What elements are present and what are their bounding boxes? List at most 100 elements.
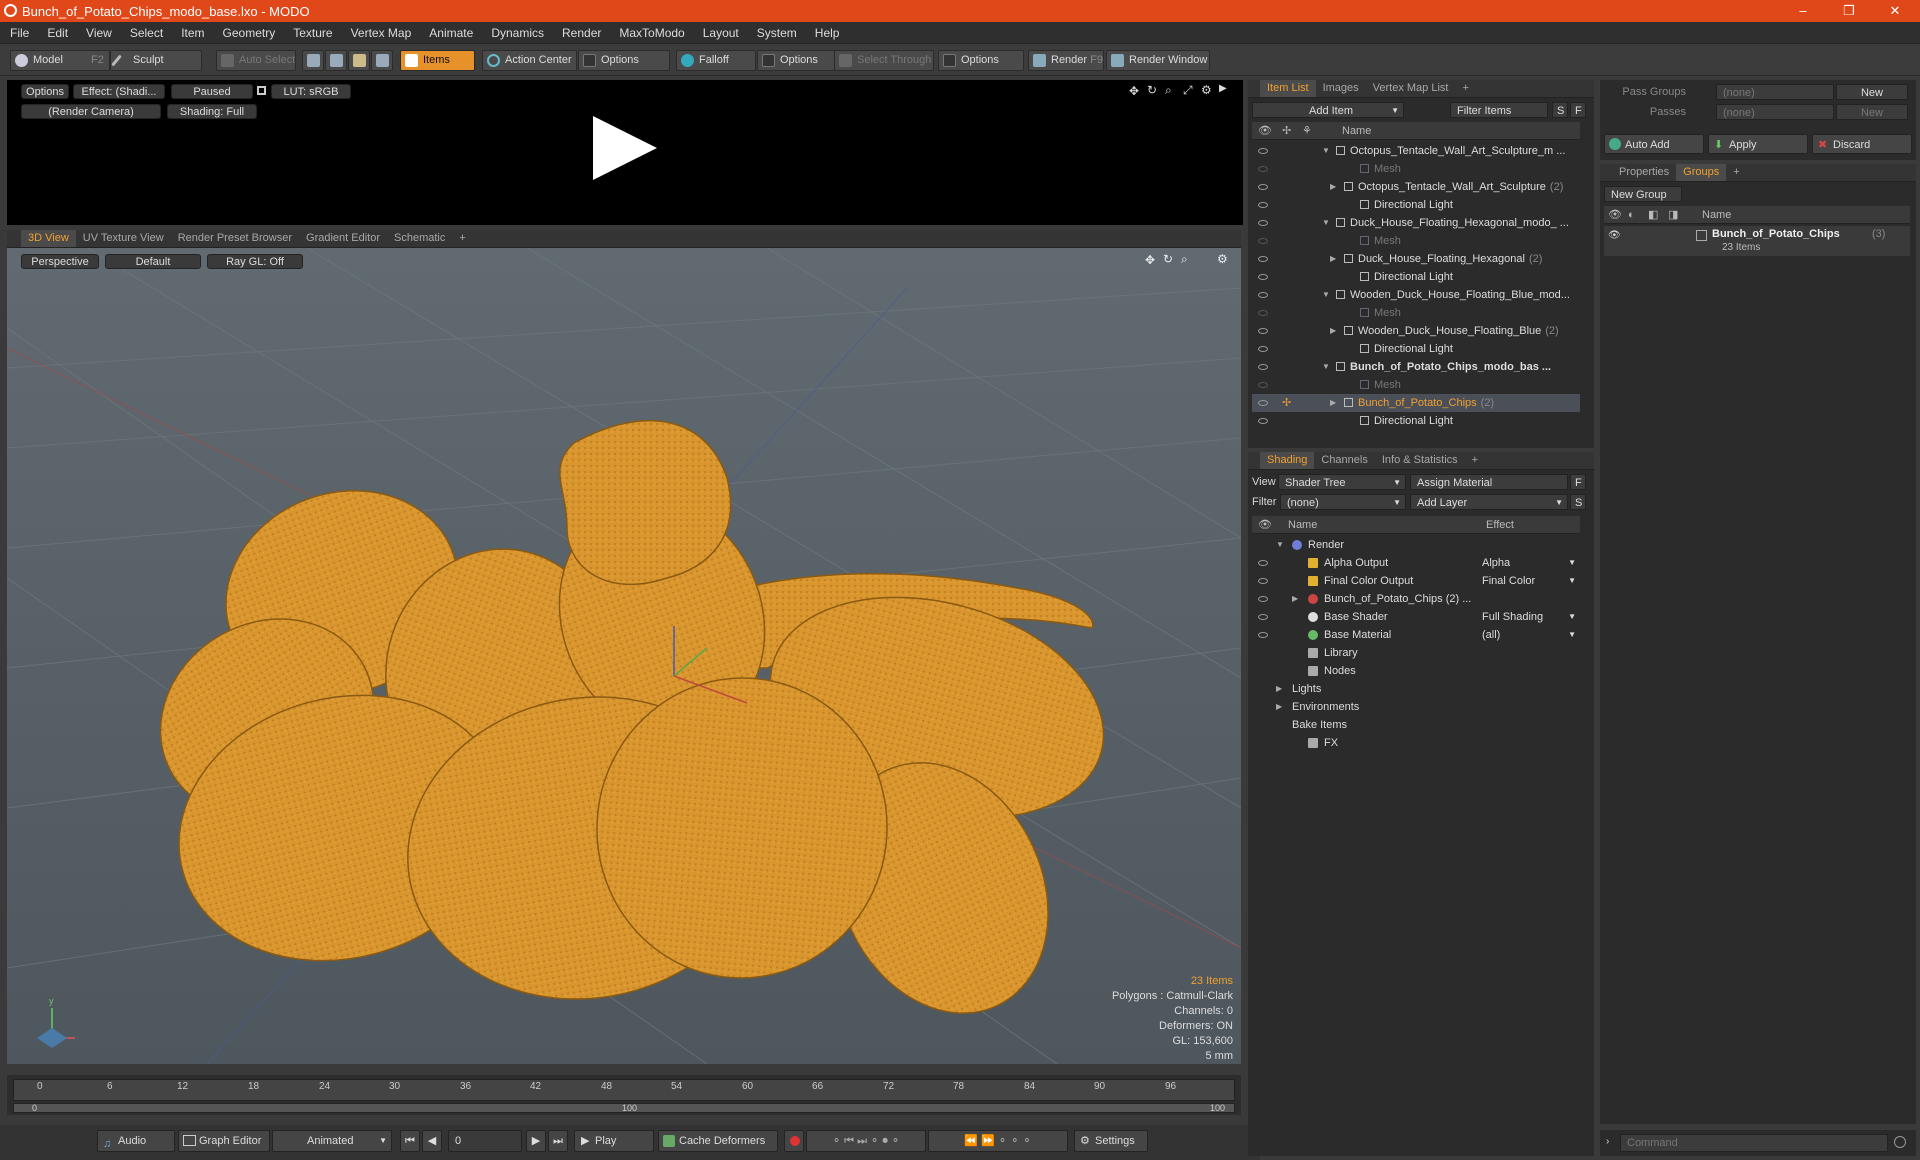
falloff-options-button[interactable]: Options [757,50,835,71]
item-list-row[interactable]: Directional Light [1252,196,1580,214]
preview-lut-dropdown[interactable]: LUT: sRGB [271,84,351,99]
add-tab-icon[interactable]: + [1726,164,1746,181]
shader-tree-row[interactable]: ▶ Lights [1252,680,1580,698]
command-input[interactable] [1620,1134,1888,1152]
eye-icon[interactable] [1258,328,1268,334]
preview-shading-dropdown[interactable]: Shading: Full [167,104,257,119]
eye-icon[interactable] [1258,202,1268,208]
item-list-row[interactable]: ▼ Duck_House_Floating_Hexagonal_modo_ ... [1252,214,1580,232]
tab-info-statistics[interactable]: Info & Statistics [1375,452,1465,469]
menu-vertex-map[interactable]: Vertex Map [342,22,421,44]
menu-layout[interactable]: Layout [694,22,748,44]
graph-editor-button[interactable]: Graph Editor [178,1130,270,1152]
chevron-down-icon[interactable]: ▼ [1322,358,1330,376]
new-pass-group-button[interactable]: New [1836,84,1908,100]
select-through-button[interactable]: Select Through [834,50,934,71]
go-to-start-button[interactable]: ⏮ [400,1130,420,1152]
preview-options-button[interactable]: Options [21,84,69,99]
3d-viewport[interactable]: y Perspective Default Ray GL: Off ✥ ↻ ⌕ … [7,248,1241,1064]
chevron-down-icon[interactable]: ▼ [1322,142,1330,160]
menu-render[interactable]: Render [553,22,610,44]
viewport-canvas[interactable]: y [7,248,1241,1064]
tab-vertex-map-list[interactable]: Vertex Map List [1366,80,1456,97]
eye-icon[interactable] [1258,292,1268,298]
timeline[interactable]: 0 6 12 18 24 30 36 42 48 54 60 66 72 78 … [7,1075,1241,1115]
passes-dropdown[interactable]: (none) [1716,104,1834,120]
eye-icon[interactable] [1258,310,1268,316]
eye-icon[interactable] [1258,166,1268,172]
auto-add-button[interactable]: Auto Add [1604,134,1704,154]
eye-icon[interactable] [1258,220,1268,226]
shading-s-button[interactable]: S [1570,494,1586,510]
add-tab-icon[interactable]: + [1465,452,1485,469]
preview-paused-button[interactable]: Paused [171,84,253,99]
lock-icon[interactable] [257,86,266,95]
close-button[interactable]: ✕ [1872,0,1918,22]
render-button[interactable]: Render F9 [1028,50,1104,71]
shader-tree-row[interactable]: Base Material (all) ▼ [1252,626,1580,644]
item-list-row[interactable]: Mesh [1252,304,1580,322]
keyframe-tools-button[interactable]: ⏪ ⏩ ⚬ ⚬ ⚬ [928,1130,1068,1152]
record-key-button[interactable] [784,1130,804,1152]
maximize-button[interactable]: ❐ [1826,0,1872,22]
audio-button[interactable]: ♫ Audio [97,1130,175,1152]
falloff-button[interactable]: Falloff [676,50,756,71]
menu-help[interactable]: Help [806,22,849,44]
add-tab-icon[interactable]: + [452,230,472,247]
play-button[interactable]: ▶ Play [574,1130,654,1152]
filter-f-button[interactable]: F [1570,102,1586,118]
tab-shading[interactable]: Shading [1260,452,1315,469]
tab-schematic[interactable]: Schematic [387,230,452,247]
menu-item[interactable]: Item [172,22,213,44]
render-window-button[interactable]: Render Window [1106,50,1210,71]
eye-icon[interactable] [1258,560,1268,566]
viewport-gear-icon[interactable]: ⚙ [1217,252,1228,266]
view-dropdown[interactable]: Shader Tree ▼ [1278,474,1406,490]
animated-dropdown[interactable]: Animated ▼ [272,1130,392,1152]
frame-field[interactable]: 0 [448,1130,522,1152]
tab-render-preset-browser[interactable]: Render Preset Browser [171,230,299,247]
chevron-right-icon[interactable]: ▶ [1276,680,1282,698]
item-list-row[interactable]: ✢ ▶ Bunch_of_Potato_Chips (2) [1252,394,1580,412]
step-forward-button[interactable]: ▶ [526,1130,546,1152]
auto-select-button[interactable]: Auto Select [216,50,296,71]
shader-tree-row[interactable]: ▶ Environments [1252,698,1580,716]
menu-geometry[interactable]: Geometry [214,22,285,44]
item-list-row[interactable]: Directional Light [1252,412,1580,430]
preview-zoom-icon[interactable]: ⌕ [1165,83,1172,98]
model-mode-button[interactable]: Model F2 [10,50,110,71]
shader-effect-dropdown[interactable]: Alpha ▼ [1482,554,1578,572]
chevron-right-icon[interactable]: ▶ [1330,178,1336,196]
raygl-dropdown[interactable]: Ray GL: Off [207,254,303,269]
item-list-row[interactable]: ▶ Wooden_Duck_House_Floating_Blue (2) [1252,322,1580,340]
menu-system[interactable]: System [748,22,806,44]
add-tab-icon[interactable]: + [1455,80,1475,97]
go-to-end-button[interactable]: ⏭ [548,1130,568,1152]
tab-3d-view[interactable]: 3D View [21,230,76,247]
assign-material-field[interactable]: Assign Material [1410,474,1568,490]
menu-animate[interactable]: Animate [420,22,482,44]
eye-icon[interactable] [1258,364,1268,370]
preview-maximize-icon[interactable]: ⤢ [1183,83,1193,98]
tab-channels[interactable]: Channels [1314,452,1374,469]
eye-icon[interactable] [1258,238,1268,244]
tab-properties[interactable]: Properties [1612,164,1676,181]
item-list-row[interactable]: Mesh [1252,232,1580,250]
viewport-move-icon[interactable]: ✥ [1145,253,1155,267]
add-item-dropdown[interactable]: Add Item ▼ [1252,102,1404,118]
menu-maxtomodo[interactable]: MaxToModo [610,22,693,44]
sculpt-mode-button[interactable]: Sculpt [110,50,202,71]
shader-effect-dropdown[interactable]: (all) ▼ [1482,626,1578,644]
action-center-button[interactable]: Action Center [482,50,577,71]
eye-icon[interactable] [1258,382,1268,388]
shader-tree-row[interactable]: Library [1252,644,1580,662]
shader-tree-row[interactable]: Final Color Output Final Color ▼ [1252,572,1580,590]
chevron-right-icon[interactable]: ▶ [1330,322,1336,340]
eye-icon[interactable] [1258,614,1268,620]
minimize-button[interactable]: – [1780,0,1826,22]
vertices-mode-button[interactable] [302,50,324,71]
chevron-right-icon[interactable]: ▶ [1330,394,1336,412]
menu-view[interactable]: View [77,22,121,44]
shader-tree-row[interactable]: ▼ Render [1252,536,1580,554]
chevron-down-icon[interactable]: ▼ [1322,214,1330,232]
